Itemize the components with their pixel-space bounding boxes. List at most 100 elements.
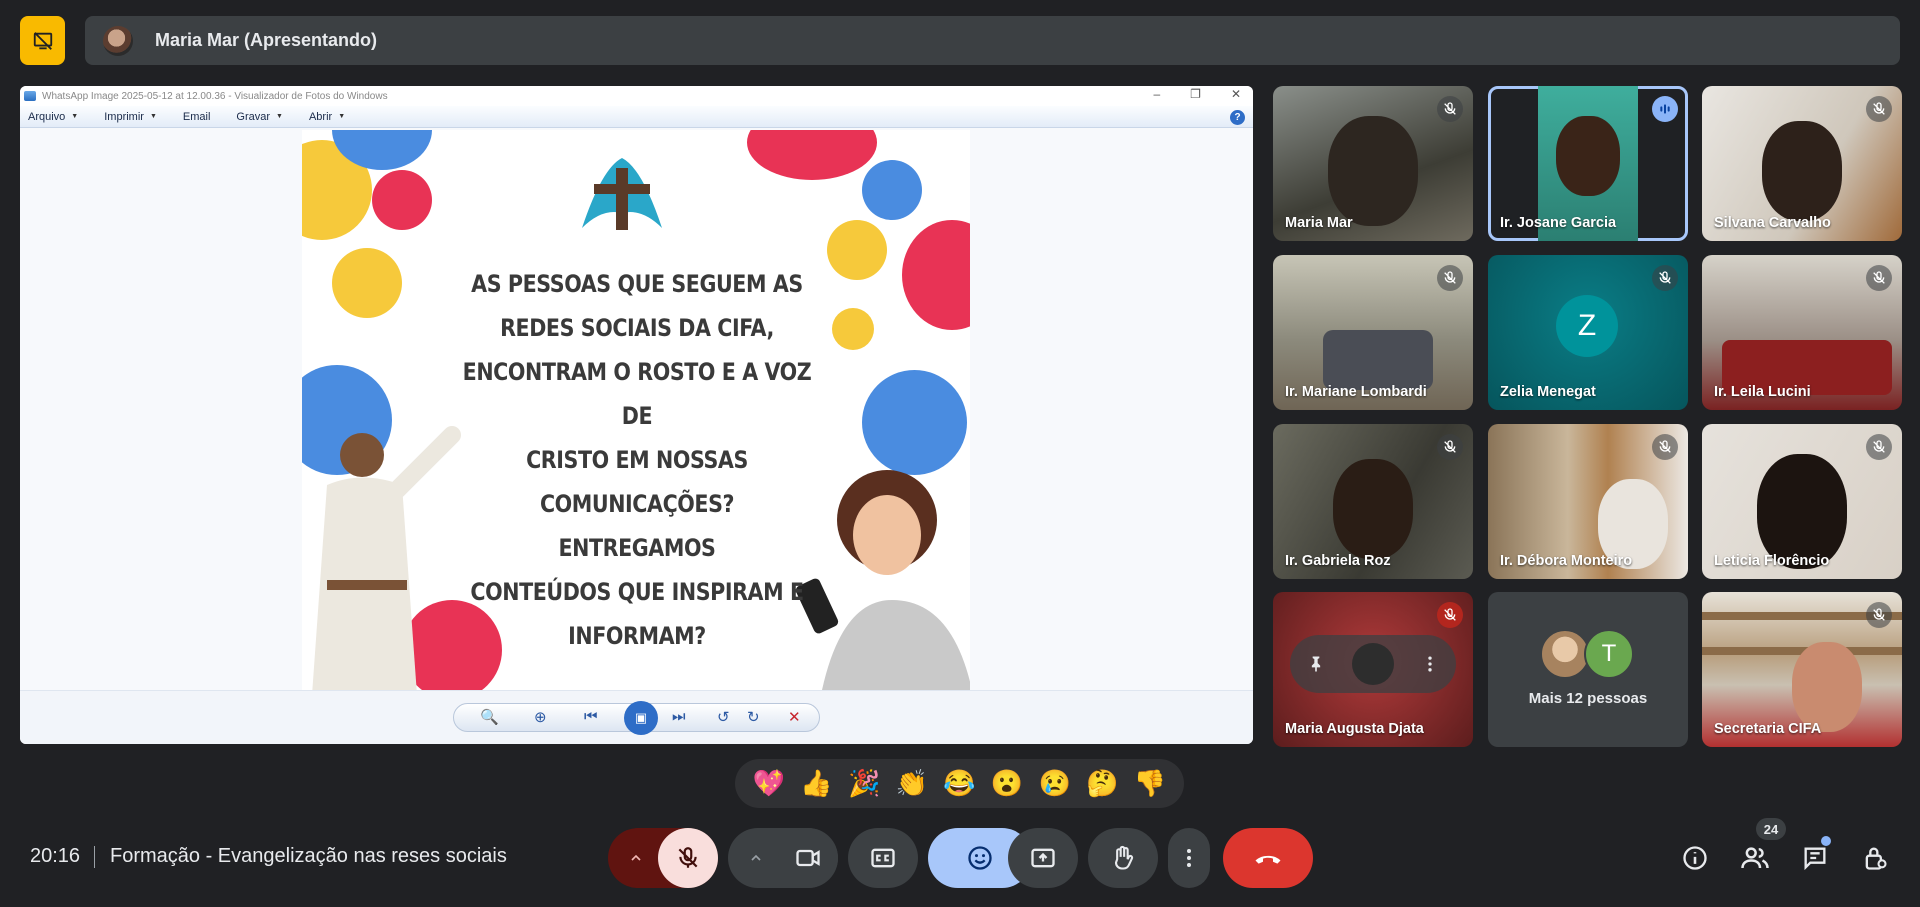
more-options-icon[interactable]: [1420, 654, 1440, 674]
participant-tile[interactable]: Secretaria CIFA: [1702, 592, 1902, 747]
presentation-status-icon[interactable]: [20, 16, 65, 65]
participant-video: [1757, 454, 1847, 569]
meeting-title: Formação - Evangelização nas reses socia…: [110, 845, 507, 867]
slideshow-icon: ▣: [624, 701, 658, 735]
participant-tile[interactable]: Ir. Leila Lucini: [1702, 255, 1902, 410]
video-camera-icon: [796, 849, 820, 867]
mic-toggle-button[interactable]: [658, 828, 718, 888]
participant-avatar: [1540, 629, 1590, 679]
participant-avatar: T: [1584, 629, 1634, 679]
participant-tile-hovered[interactable]: Maria Augusta Djata: [1273, 592, 1473, 747]
menu-arquivo: Arquivo ▼: [28, 110, 79, 123]
mic-off-icon: [1437, 602, 1463, 628]
people-button[interactable]: [1737, 840, 1773, 876]
participant-tile[interactable]: Ir. Débora Monteiro: [1488, 424, 1688, 579]
mic-off-icon: [1437, 265, 1463, 291]
menu-abrir: Abrir ▼: [308, 110, 346, 123]
thinking-reaction[interactable]: 🤔: [1086, 768, 1118, 799]
captions-button[interactable]: [848, 828, 918, 888]
caret-down-icon: ▼: [149, 113, 157, 120]
menu-imprimir: Imprimir ▼: [104, 110, 157, 123]
participant-tile[interactable]: Z Zelia Menegat: [1488, 255, 1688, 410]
footer-divider: [94, 846, 95, 868]
captions-icon: [871, 848, 895, 868]
camera-toggle-button[interactable]: [778, 828, 838, 888]
thumbs-down-reaction[interactable]: 👎: [1134, 768, 1166, 799]
participant-name: Secretaria CIFA: [1714, 721, 1822, 737]
raise-hand-button[interactable]: [1088, 828, 1158, 888]
mic-off-icon: [1652, 434, 1678, 460]
slide-text: AS PESSOAS QUE SEGUEM AS REDES SOCIAIS D…: [462, 270, 812, 650]
participant-name: Silvana Carvalho: [1714, 215, 1831, 231]
caret-down-icon: ▼: [276, 113, 283, 120]
people-icon: [1741, 847, 1769, 869]
caret-down-icon: ▼: [71, 113, 79, 120]
help-icon: ?: [1230, 110, 1245, 125]
raise-hand-icon: [1114, 845, 1134, 870]
participant-name: Ir. Débora Monteiro: [1500, 553, 1633, 569]
participant-name: Maria Mar: [1285, 215, 1353, 231]
actual-size-icon: ⊕: [534, 709, 547, 726]
more-participants-tile[interactable]: T Mais 12 pessoas: [1488, 592, 1688, 747]
people-count-badge: 24: [1756, 818, 1786, 840]
participant-tile[interactable]: Ir. Gabriela Roz: [1273, 424, 1473, 579]
more-participants-label: Mais 12 pessoas: [1528, 690, 1648, 707]
participant-avatar: Z: [1556, 295, 1618, 357]
participant-video: [1328, 116, 1418, 226]
party-popper-reaction[interactable]: 🎉: [848, 768, 880, 799]
pin-icon[interactable]: [1306, 654, 1326, 674]
thumbs-up-reaction[interactable]: 👍: [800, 768, 832, 799]
zoom-icon: 🔍: [480, 709, 499, 726]
presenter-banner[interactable]: Maria Mar (Apresentando): [85, 16, 1900, 65]
participant-name: Leticia Florêncio: [1714, 553, 1830, 569]
chat-button[interactable]: [1797, 836, 1833, 876]
previous-icon: ⏮: [584, 708, 598, 725]
restore-icon: ❐: [1190, 87, 1201, 101]
caret-down-icon: ▼: [338, 113, 346, 120]
shared-screen: WhatsApp Image 2025-05-12 at 12.00.36 - …: [20, 86, 1253, 744]
more-vert-icon: [1187, 849, 1191, 867]
emoji-icon: [968, 846, 992, 870]
next-icon: ⏭: [672, 708, 686, 725]
chevron-up-icon: [751, 854, 761, 861]
participant-tile-active[interactable]: Ir. Josane Garcia: [1488, 86, 1688, 241]
menu-email: Email: [182, 110, 211, 123]
jesus-figure: [312, 426, 461, 690]
like-bubble-icon: [862, 160, 922, 220]
surprised-reaction[interactable]: 😮: [991, 768, 1023, 799]
delete-icon: ✕: [788, 709, 801, 726]
crying-reaction[interactable]: 😢: [1039, 768, 1071, 799]
heart-bubble-icon: [902, 220, 970, 330]
participant-name: Ir. Gabriela Roz: [1285, 553, 1391, 569]
emoji-bubble-icon: [832, 308, 874, 350]
mic-off-icon: [1652, 265, 1678, 291]
lock-person-icon: [1865, 847, 1887, 870]
participant-name: Ir. Mariane Lombardi: [1285, 384, 1427, 400]
participant-video: [1762, 121, 1842, 221]
leave-call-button[interactable]: [1223, 828, 1313, 888]
clapping-reaction[interactable]: 👏: [896, 768, 928, 799]
heart-bubble-icon: [747, 130, 877, 180]
present-button[interactable]: [1008, 828, 1078, 888]
present-screen-icon: [1031, 848, 1055, 868]
participant-tile[interactable]: Ir. Mariane Lombardi: [1273, 255, 1473, 410]
participant-video: [1792, 642, 1862, 732]
participant-tile[interactable]: Maria Mar: [1273, 86, 1473, 241]
mic-off-icon: [1866, 96, 1892, 122]
meeting-details-button[interactable]: [1677, 840, 1713, 876]
sparkling-heart-reaction[interactable]: 💖: [753, 768, 785, 799]
host-controls-button[interactable]: [1857, 840, 1893, 876]
minimize-icon: –: [1153, 87, 1161, 101]
mic-off-icon: [1866, 265, 1892, 291]
laughing-reaction[interactable]: 😂: [943, 768, 975, 799]
presenter-label: Maria Mar (Apresentando): [155, 30, 378, 50]
participant-tile[interactable]: Silvana Carvalho: [1702, 86, 1902, 241]
cifa-logo: [582, 158, 662, 230]
more-options-button[interactable]: [1168, 828, 1210, 888]
participant-tile[interactable]: Leticia Florêncio: [1702, 424, 1902, 579]
speaking-indicator-icon: [1652, 96, 1678, 122]
viewer-menubar: Arquivo ▼ Imprimir ▼ Email Gravar ▼ Abrir ▼: [20, 106, 1253, 128]
participant-video: [1333, 459, 1413, 559]
new-message-dot: [1821, 836, 1831, 846]
mic-off-icon: [678, 847, 698, 868]
